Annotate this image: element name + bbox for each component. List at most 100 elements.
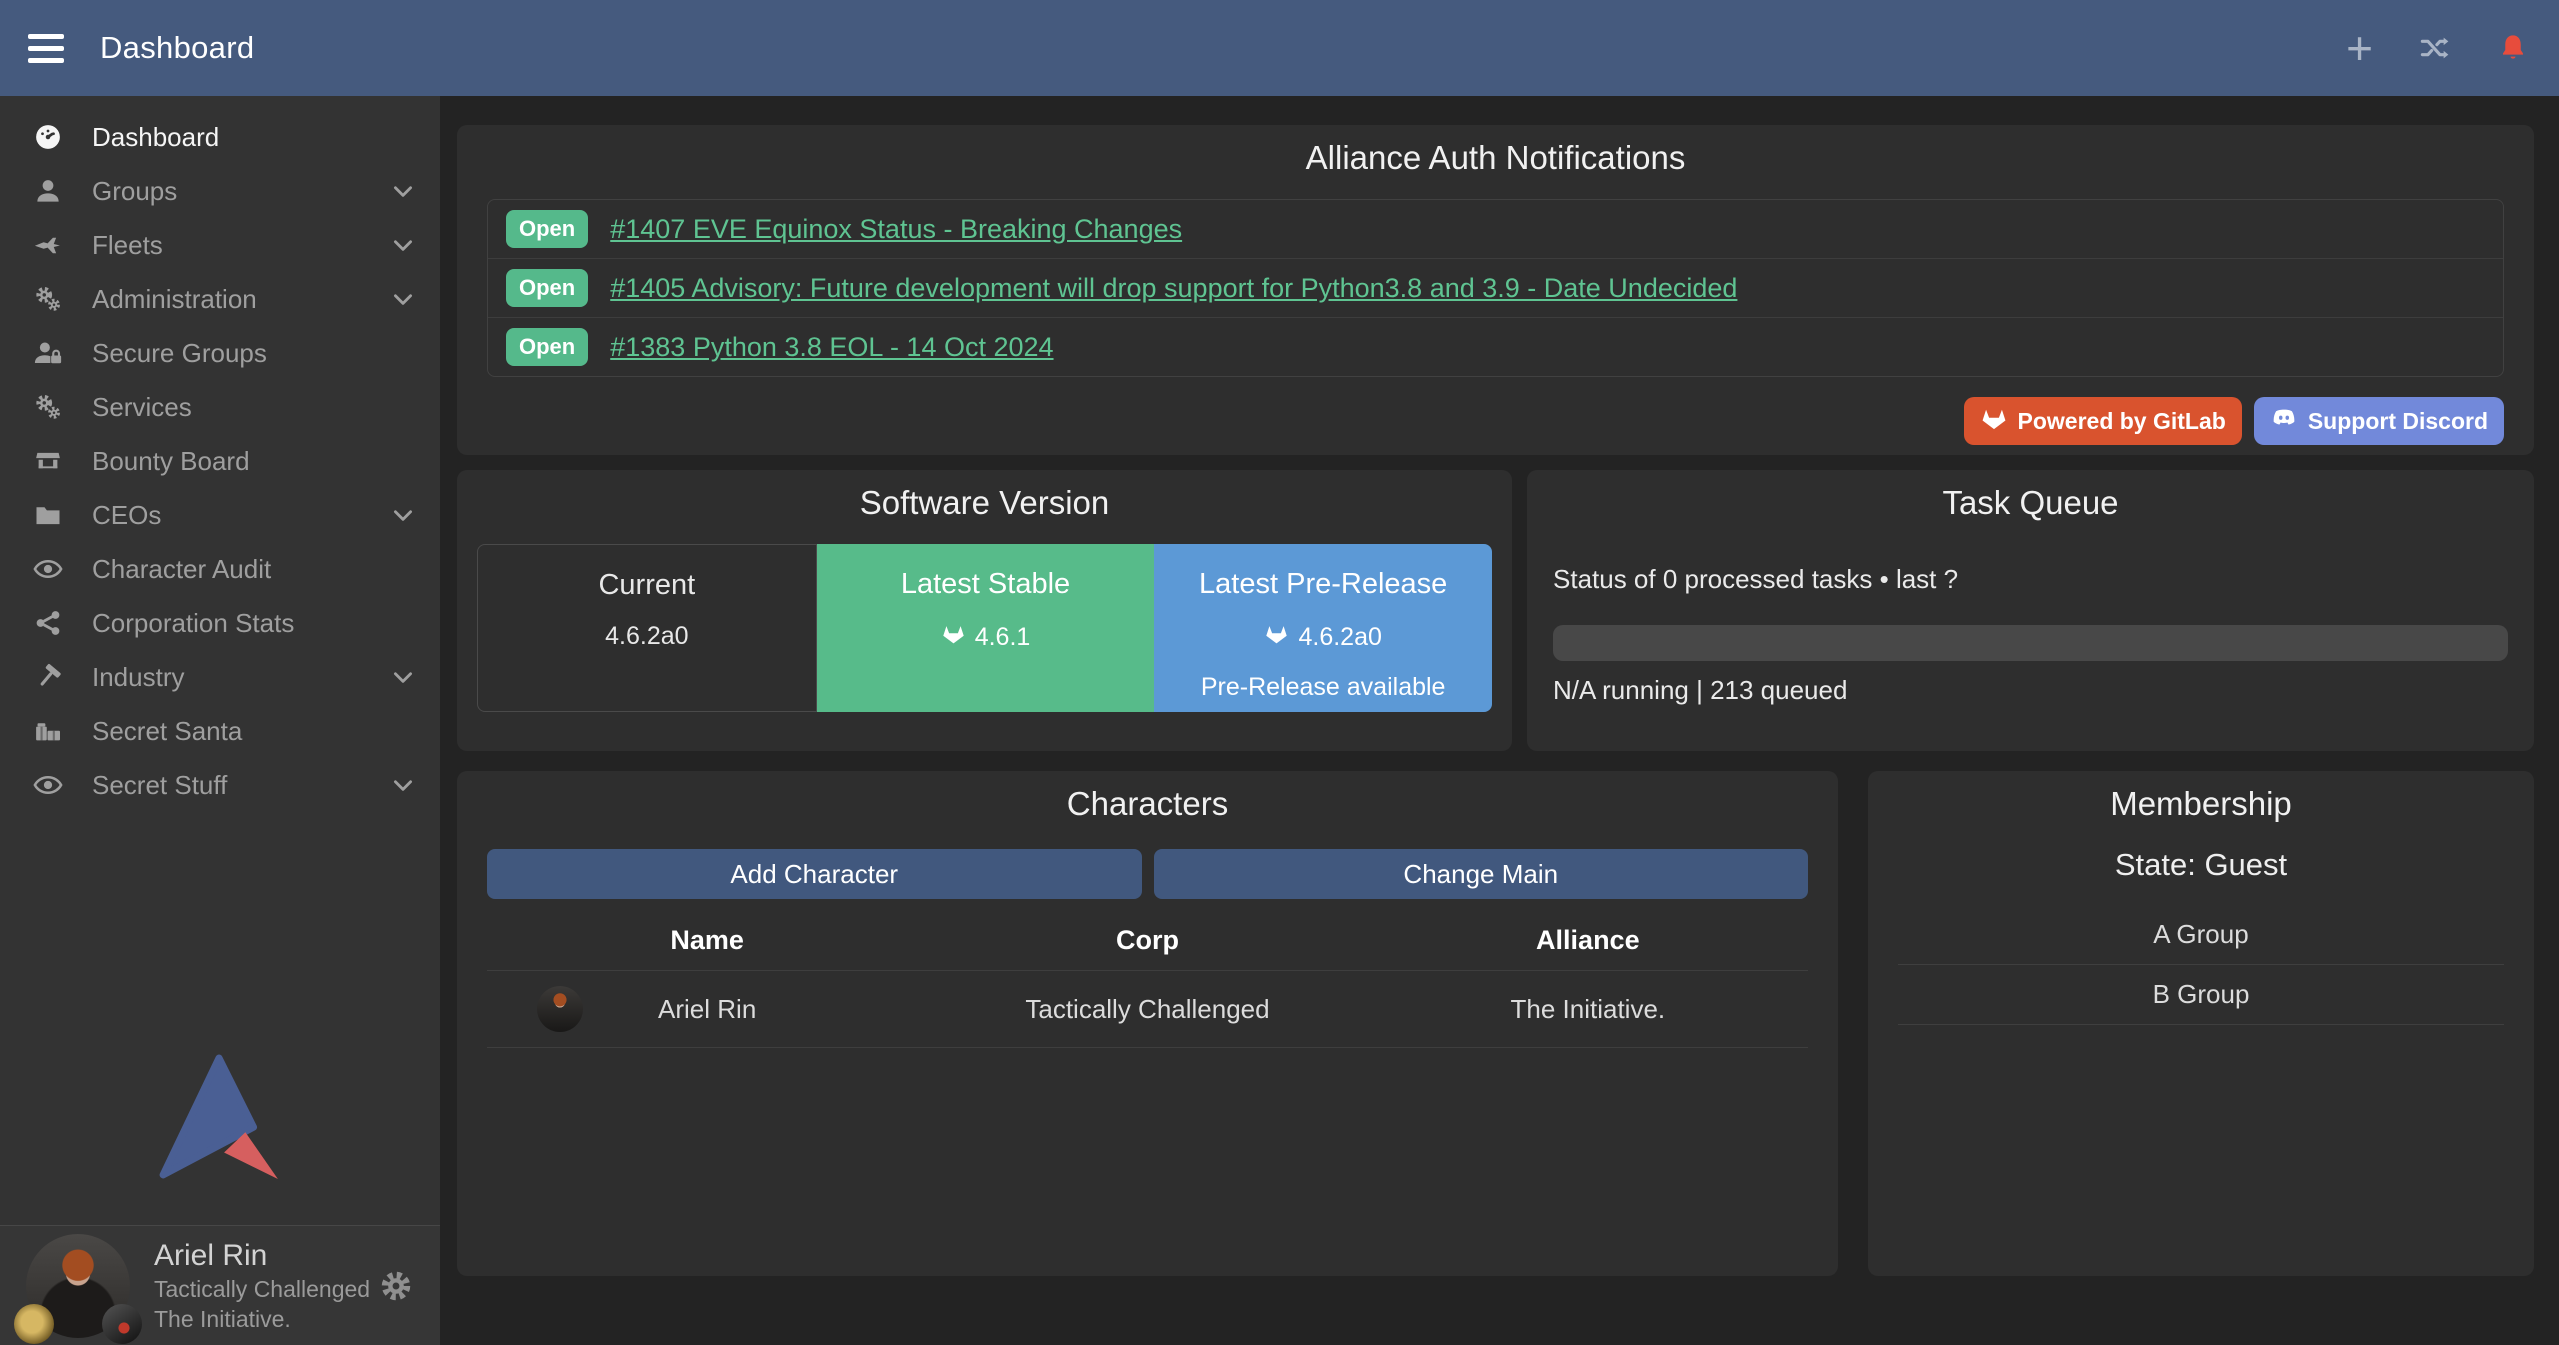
- alliance-auth-logo: [0, 1051, 440, 1183]
- chevron-down-icon: [390, 664, 416, 690]
- user-avatar: [26, 1234, 130, 1338]
- sidebar-item-label: Services: [92, 392, 192, 423]
- sidebar-item-label: Industry: [92, 662, 185, 693]
- version-box-latest-stable: Latest Stable 4.6.1: [817, 544, 1155, 712]
- eye-icon: [30, 554, 66, 584]
- navbar-actions: +: [2346, 32, 2529, 64]
- hammer-icon: [30, 662, 66, 692]
- user-name: Ariel Rin: [154, 1237, 370, 1275]
- version-box-current: Current4.6.2a0: [477, 544, 817, 712]
- shuffle-icon[interactable]: [2417, 32, 2453, 64]
- sidebar-item-secret-santa[interactable]: Secret Santa: [0, 704, 440, 758]
- task-status-line: Status of 0 processed tasks • last ?: [1553, 564, 2508, 595]
- group-row-b-group: B Group: [1898, 965, 2504, 1025]
- sidebar-item-label: Character Audit: [92, 554, 271, 585]
- sidebar-item-services[interactable]: Services: [0, 380, 440, 434]
- gauge-icon: [30, 122, 66, 152]
- add-icon[interactable]: +: [2346, 33, 2373, 63]
- column-header-corp: Corp: [927, 925, 1367, 956]
- notifications-title: Alliance Auth Notifications: [487, 125, 2504, 177]
- character-corp: Tactically Challenged: [927, 994, 1367, 1025]
- folder-icon: [30, 500, 66, 530]
- powered-by-gitlab-badge[interactable]: Powered by GitLab: [1964, 397, 2242, 445]
- software-version-title: Software Version: [477, 470, 1492, 522]
- sidebar-item-label: Corporation Stats: [92, 608, 294, 639]
- version-box-label: Current: [598, 569, 695, 602]
- status-badge: Open: [506, 328, 588, 366]
- sidebar-item-label: Bounty Board: [92, 446, 250, 477]
- sidebar-item-dashboard[interactable]: Dashboard: [0, 110, 440, 164]
- notification-link[interactable]: #1383 Python 3.8 EOL - 14 Oct 2024: [610, 332, 1053, 363]
- notification-row: Open #1383 Python 3.8 EOL - 14 Oct 2024: [488, 317, 2503, 376]
- gitlab-icon: [941, 621, 966, 653]
- characters-panel: Characters Add Character Change Main Nam…: [457, 771, 1838, 1276]
- settings-gear-icon[interactable]: [378, 1268, 414, 1304]
- sidebar-item-label: Secret Santa: [92, 716, 242, 747]
- sidebar-item-character-audit[interactable]: Character Audit: [0, 542, 440, 596]
- menu-toggle-icon[interactable]: [28, 34, 64, 63]
- corp-logo-badge: [14, 1304, 54, 1344]
- notifications-list: Open #1407 EVE Equinox Status - Breaking …: [487, 199, 2504, 377]
- top-navbar: Dashboard +: [0, 0, 2559, 96]
- alliance-logo-badge: [102, 1304, 142, 1344]
- status-badge: Open: [506, 210, 588, 248]
- sidebar-item-label: CEOs: [92, 500, 161, 531]
- sidebar: Dashboard Groups Fleets AdministrationSecur…: [0, 96, 440, 1345]
- sidebar-item-bounty-board[interactable]: Bounty Board: [0, 434, 440, 488]
- sidebar-item-label: Dashboard: [92, 122, 219, 153]
- notifications-panel: Alliance Auth Notifications Open #1407 EV…: [457, 125, 2534, 455]
- gitlab-icon: [1980, 404, 2008, 438]
- support-discord-badge[interactable]: Support Discord: [2254, 397, 2504, 445]
- chevron-down-icon: [390, 178, 416, 204]
- add-character-button[interactable]: Add Character: [487, 849, 1142, 899]
- main-content: Alliance Auth Notifications Open #1407 EV…: [440, 96, 2559, 1345]
- version-value: 4.6.2a0: [1264, 621, 1381, 653]
- chevron-down-icon: [390, 232, 416, 258]
- sidebar-footer: Ariel Rin Tactically Challenged The Init…: [0, 1051, 440, 1345]
- column-header-alliance: Alliance: [1368, 925, 1808, 956]
- user-lock-icon: [30, 338, 66, 368]
- gears-icon: [30, 392, 66, 422]
- task-progress-bar: [1553, 625, 2508, 661]
- notification-link[interactable]: #1405 Advisory: Future development will …: [610, 273, 1737, 304]
- version-value: 4.6.1: [941, 621, 1031, 653]
- user-panel: Ariel Rin Tactically Challenged The Init…: [0, 1225, 440, 1345]
- version-boxes: Current4.6.2a0Latest Stable4.6.1Latest P…: [477, 544, 1492, 712]
- notification-link[interactable]: #1407 EVE Equinox Status - Breaking Chan…: [610, 214, 1182, 245]
- task-queue-title: Task Queue: [1553, 470, 2508, 522]
- sidebar-item-ceos[interactable]: CEOs: [0, 488, 440, 542]
- sidebar-item-secret-stuff[interactable]: Secret Stuff: [0, 758, 440, 812]
- gears-icon: [30, 284, 66, 314]
- gifts-icon: [30, 716, 66, 746]
- bell-icon[interactable]: [2497, 32, 2529, 64]
- version-note: Pre-Release available: [1201, 673, 1446, 702]
- chevron-down-icon: [390, 772, 416, 798]
- sidebar-item-fleets[interactable]: Fleets: [0, 218, 440, 272]
- characters-table: NameCorpAlliance Ariel RinTactically Cha…: [487, 913, 1808, 1048]
- task-queue-line: N/A running | 213 queued: [1553, 675, 2508, 706]
- user-corp: Tactically Challenged: [154, 1275, 370, 1304]
- user-alliance: The Initiative.: [154, 1305, 370, 1334]
- membership-state: State: Guest: [1898, 847, 2504, 883]
- version-box-label: Latest Stable: [901, 568, 1070, 601]
- sidebar-nav: Dashboard Groups Fleets AdministrationSecur…: [0, 96, 440, 812]
- jet-icon: [30, 230, 66, 260]
- group-row-a-group: A Group: [1898, 905, 2504, 965]
- sidebar-item-label: Fleets: [92, 230, 163, 261]
- change-main-button[interactable]: Change Main: [1154, 849, 1809, 899]
- user-icon: [30, 176, 66, 206]
- notification-row: Open #1407 EVE Equinox Status - Breaking …: [488, 200, 2503, 258]
- sidebar-item-corporation-stats[interactable]: Corporation Stats: [0, 596, 440, 650]
- sidebar-item-administration[interactable]: Administration: [0, 272, 440, 326]
- characters-table-body: Ariel RinTactically ChallengedThe Initia…: [487, 970, 1808, 1048]
- characters-table-header: NameCorpAlliance: [487, 913, 1808, 970]
- sidebar-item-secure-groups[interactable]: Secure Groups: [0, 326, 440, 380]
- sidebar-item-industry[interactable]: Industry: [0, 650, 440, 704]
- version-box-label: Latest Pre-Release: [1199, 568, 1447, 601]
- notification-row: Open#1405 Advisory: Future development w…: [488, 258, 2503, 317]
- sidebar-item-label: Groups: [92, 176, 177, 207]
- discord-icon: [2270, 404, 2298, 438]
- sidebar-item-groups[interactable]: Groups: [0, 164, 440, 218]
- sidebar-item-label: Secret Stuff: [92, 770, 227, 801]
- column-header-name: Name: [487, 925, 927, 956]
